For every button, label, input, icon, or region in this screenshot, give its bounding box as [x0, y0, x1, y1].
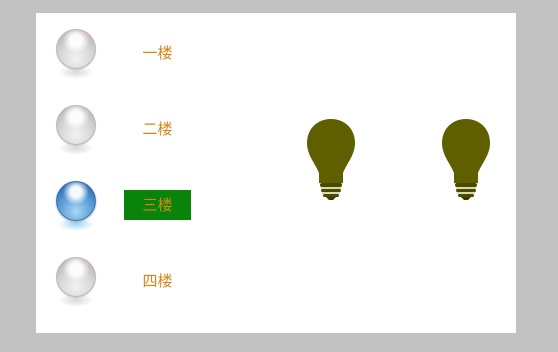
blue-orb-icon[interactable]	[54, 179, 98, 239]
orb-glare	[80, 31, 94, 39]
floor-2-switch[interactable]: 二楼	[36, 103, 236, 163]
floor-3-switch[interactable]: 三楼	[36, 179, 236, 239]
orb-ball	[56, 181, 96, 221]
floor-1-label[interactable]: 一楼	[124, 38, 191, 68]
gray-orb-icon[interactable]	[54, 255, 98, 315]
light-bulb-icon	[442, 119, 490, 200]
floor-4-switch[interactable]: 四楼	[36, 255, 236, 315]
gray-orb-icon[interactable]	[54, 103, 98, 163]
floor-4-label[interactable]: 四楼	[124, 266, 191, 296]
control-panel: 一楼 二楼 三楼 四楼	[36, 13, 516, 333]
floor-3-label[interactable]: 三楼	[124, 190, 191, 220]
light-bulb-icon	[307, 119, 355, 200]
orb-glare	[80, 107, 94, 115]
floor-2-label[interactable]: 二楼	[124, 114, 191, 144]
floor-1-switch[interactable]: 一楼	[36, 27, 236, 87]
gray-orb-icon[interactable]	[54, 27, 98, 87]
orb-glare	[80, 259, 94, 267]
